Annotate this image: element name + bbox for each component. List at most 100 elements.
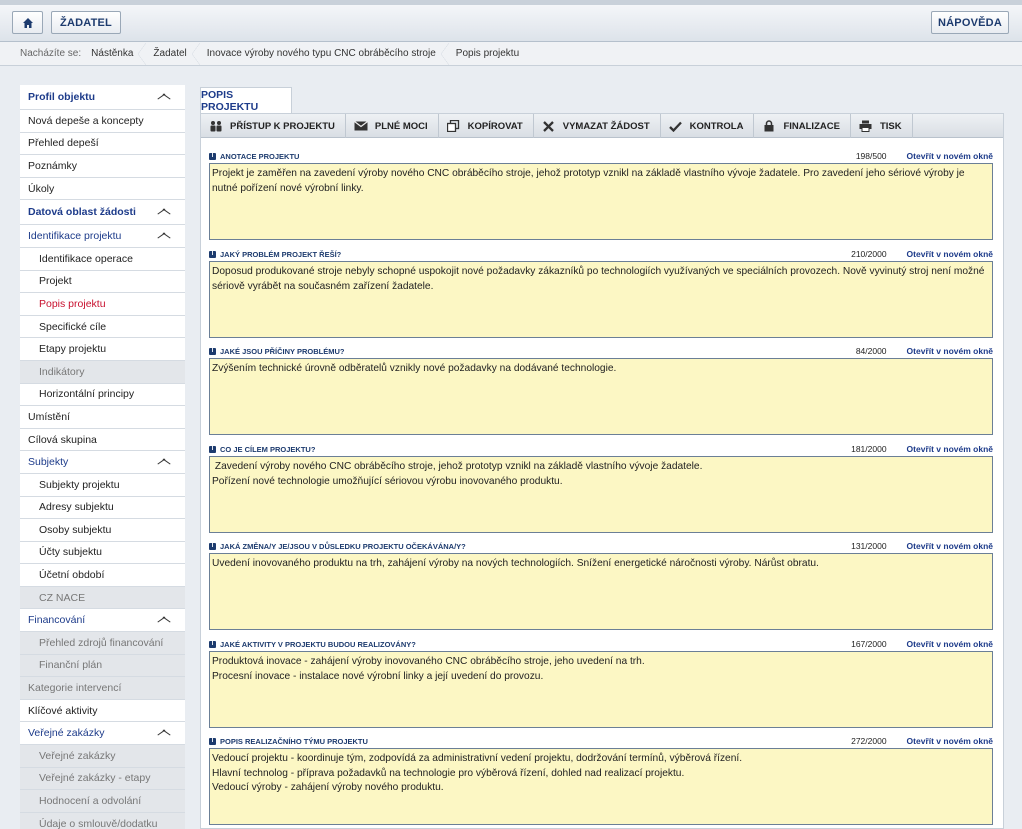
sidebar-item-label: Subjekty projektu (39, 478, 120, 491)
breadcrumb-label: Nacházíte se: (20, 48, 82, 59)
info-icon[interactable]: i (209, 152, 216, 160)
tab-popis-projektu[interactable]: POPIS PROJEKTU (200, 87, 292, 113)
sidebar-item-popis-projektu[interactable]: Popis projektu (20, 293, 185, 316)
anotace-projektu-textarea[interactable]: Projekt je zaměřen na zavedení výroby no… (209, 163, 993, 240)
sidebar-item-etapy-projektu[interactable]: Etapy projektu (20, 338, 185, 361)
sidebar-item-label: Účty subjektu (39, 546, 103, 559)
open-in-new-window-link[interactable]: Otevřít v novém okně (907, 249, 993, 259)
sidebar-item-label: Horizontální principy (39, 388, 135, 401)
zadatel-button[interactable]: ŽADATEL (51, 11, 121, 34)
priciny-problemu-textarea[interactable]: Zvýšením technické úrovně odběratelů vzn… (209, 358, 993, 435)
breadcrumb-item-project[interactable]: Inovace výroby nového typu CNC obráběcíh… (197, 43, 449, 65)
sidebar-item-label: Poznámky (28, 159, 78, 172)
home-icon (22, 17, 33, 28)
info-icon[interactable]: i (209, 542, 216, 550)
sidebar-item-identifikace-operace[interactable]: Identifikace operace (20, 248, 185, 271)
sidebar-item-label: CZ NACE (39, 591, 86, 604)
sidebar-item-label: Údaje o smlouvě/dodatku (39, 817, 158, 829)
sidebar-header-profil-objektu[interactable]: Profil objektu (20, 85, 185, 110)
info-icon[interactable]: i (209, 445, 216, 453)
sidebar-item-poznamky[interactable]: Poznámky (20, 155, 185, 178)
field-label: JAKÉ AKTIVITY V PROJEKTU BUDOU REALIZOVÁ… (220, 639, 416, 649)
info-icon[interactable]: i (209, 640, 216, 648)
sidebar-item-adresy-subjektu[interactable]: Adresy subjektu (20, 497, 185, 520)
sidebar-section-financovani[interactable]: Financování (20, 609, 185, 633)
close-icon (542, 120, 556, 132)
sidebar-item-label: Indikátory (39, 365, 85, 378)
aktivity-projektu-textarea[interactable]: Produktová inovace - zahájení výroby ino… (209, 651, 993, 728)
info-icon[interactable]: i (209, 347, 216, 355)
ocekavana-zmena-textarea[interactable]: Uvedení inovovaného produktu na trh, zah… (209, 553, 993, 630)
sidebar-item-horizontalni-principy[interactable]: Horizontální principy (20, 384, 185, 407)
printer-icon (859, 120, 873, 132)
breadcrumb-item-zadatel[interactable]: Žadatel (143, 43, 201, 65)
toolbar-button-label: PLNÉ MOCI (374, 120, 428, 132)
sidebar-item-label: Umístění (28, 410, 71, 423)
breadcrumb-item-current: Popis projektu (455, 48, 520, 59)
sidebar-section-verejne-zakazky[interactable]: Veřejné zakázky (20, 722, 185, 746)
cil-projektu-textarea[interactable]: Zavedení výroby nového CNC obráběcího st… (209, 456, 993, 533)
home-button[interactable] (12, 11, 43, 34)
sidebar-item-prehled-depesi[interactable]: Přehled depeší (20, 133, 185, 156)
field-label: POPIS REALIZAČNÍHO TÝMU PROJEKTU (220, 736, 368, 746)
sidebar-item-label: Přehled depeší (28, 137, 99, 150)
breadcrumb: Nacházíte se: Nástěnka Žadatel Inovace v… (0, 42, 1022, 66)
sidebar-item-label: Úkoly (28, 182, 55, 195)
sidebar-item-umisteni[interactable]: Umístění (20, 406, 185, 429)
sidebar-item-projekt[interactable]: Projekt (20, 271, 185, 294)
sidebar-item-udaje-o-smlouve: Údaje o smlouvě/dodatku (20, 812, 185, 829)
sidebar-section-subjekty[interactable]: Subjekty (20, 451, 185, 474)
lock-icon (762, 120, 776, 132)
char-count: 167/2000 (851, 639, 887, 649)
sidebar-item-osoby-subjektu[interactable]: Osoby subjektu (20, 519, 185, 542)
sidebar-item-specificke-cile[interactable]: Specifické cíle (20, 316, 185, 339)
realizacni-tym-textarea[interactable]: Vedoucí projektu - koordinuje tým, zodpo… (209, 748, 993, 825)
sidebar-item-subjekty-projektu[interactable]: Subjekty projektu (20, 474, 185, 497)
info-icon[interactable]: i (209, 250, 216, 258)
plne-moci-button[interactable]: PLNÉ MOCI (346, 114, 439, 138)
jaky-problem-textarea[interactable]: Doposud produkované stroje nebyly schopn… (209, 261, 993, 338)
open-in-new-window-link[interactable]: Otevřít v novém okně (907, 639, 993, 649)
chevron-up-icon[interactable] (157, 232, 171, 240)
sidebar-item-ukoly[interactable]: Úkoly (20, 178, 185, 201)
info-icon[interactable]: i (209, 737, 216, 745)
chevron-up-icon[interactable] (157, 616, 171, 624)
sidebar-item-nova-depese[interactable]: Nová depeše a koncepty (20, 110, 185, 133)
breadcrumb-item-nastenka[interactable]: Nástěnka (91, 43, 147, 65)
field-label: ANOTACE PROJEKTU (220, 151, 300, 161)
open-in-new-window-link[interactable]: Otevřít v novém okně (907, 444, 993, 454)
sidebar-item-label: Klíčové aktivity (28, 704, 98, 717)
sidebar-item-label: Datová oblast žádosti (28, 206, 136, 219)
sidebar-section-identifikace-projektu[interactable]: Identifikace projektu (20, 225, 185, 248)
help-button[interactable]: NÁPOVĚDA (931, 11, 1009, 34)
open-in-new-window-link[interactable]: Otevřít v novém okně (907, 346, 993, 356)
sidebar-item-label: Kategorie intervencí (28, 682, 122, 695)
vymazat-zadost-button[interactable]: VYMAZAT ŽÁDOST (534, 114, 661, 138)
finalizace-button[interactable]: FINALIZACE (754, 114, 851, 138)
pristup-k-projektu-button[interactable]: PŘÍSTUP K PROJEKTU (201, 114, 346, 138)
kontrola-button[interactable]: KONTROLA (661, 114, 755, 138)
char-count: 198/500 (855, 151, 887, 161)
open-in-new-window-link[interactable]: Otevřít v novém okně (907, 151, 993, 161)
sidebar-item-ucetni-obdobi[interactable]: Účetní období (20, 564, 185, 587)
field-jaky-problem: i JAKÝ PROBLÉM PROJEKT ŘEŠÍ? 210/2000 Otev… (209, 248, 993, 338)
chevron-up-icon[interactable] (157, 93, 171, 101)
sidebar-item-label: Finanční plán (39, 659, 103, 672)
top-bar: ŽADATEL NÁPOVĚDA (0, 0, 1022, 42)
chevron-up-icon[interactable] (157, 729, 171, 737)
sidebar-item-label: Osoby subjektu (39, 523, 112, 536)
sidebar-item-cilova-skupina[interactable]: Cílová skupina (20, 429, 185, 452)
open-in-new-window-link[interactable]: Otevřít v novém okně (907, 541, 993, 551)
open-in-new-window-link[interactable]: Otevřít v novém okně (907, 736, 993, 746)
kopirovat-button[interactable]: KOPÍROVAT (439, 114, 534, 138)
chevron-up-icon[interactable] (157, 458, 171, 466)
sidebar-item-ucty-subjektu[interactable]: Účty subjektu (20, 542, 185, 565)
sidebar-item-prehled-zdroju-financovani: Přehled zdrojů financování (20, 632, 185, 655)
sidebar-item-label: Projekt (39, 275, 72, 288)
tisk-button[interactable]: TISK (851, 114, 913, 138)
field-label: JAKÝ PROBLÉM PROJEKT ŘEŠÍ? (220, 249, 342, 259)
chevron-up-icon[interactable] (157, 208, 171, 216)
toolbar: PŘÍSTUP K PROJEKTU PLNÉ MOCI KOPÍROVAT V… (201, 114, 1003, 138)
sidebar-item-klicove-aktivity[interactable]: Klíčové aktivity (20, 700, 185, 723)
sidebar-header-datova-oblast[interactable]: Datová oblast žádosti (20, 200, 185, 226)
